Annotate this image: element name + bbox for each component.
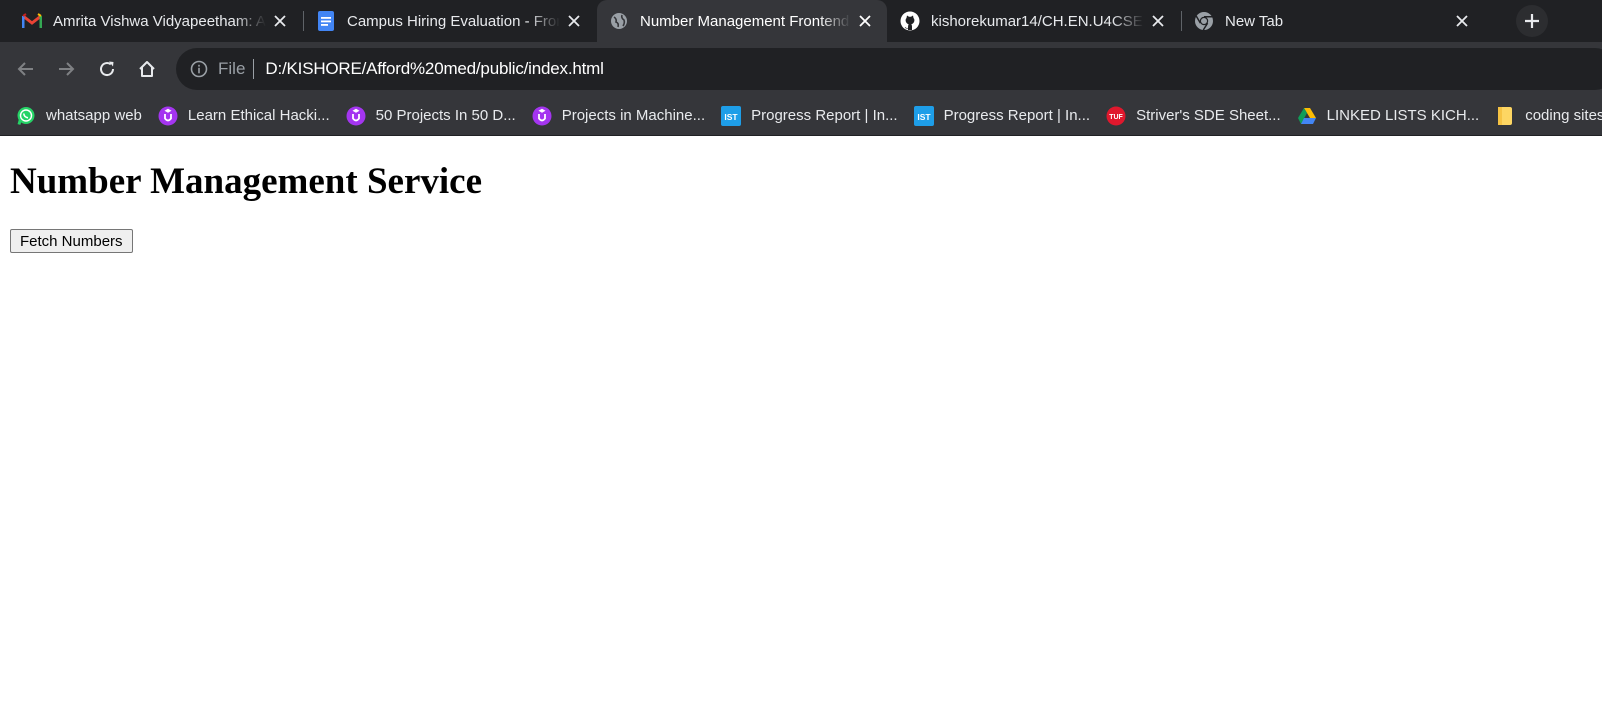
bookmark-learn-ethical-hacking[interactable]: Learn Ethical Hacki... — [150, 102, 338, 130]
udemy-icon — [532, 106, 552, 126]
ist-icon: IST — [721, 105, 742, 126]
forward-button[interactable] — [52, 55, 80, 83]
folder-icon — [1495, 106, 1515, 126]
bookmark-label: coding sites — [1525, 107, 1602, 124]
home-icon — [139, 61, 155, 77]
bookmark-progress-report-2[interactable]: IST Progress Report | In... — [906, 102, 1098, 130]
page-content: Number Management Service Fetch Numbers — [0, 136, 1602, 728]
tab-strip: Amrita Vishwa Vidyapeetham: Afford Medic… — [0, 0, 1602, 42]
tab-new-tab[interactable]: New Tab — [1182, 0, 1484, 42]
tab-gmail[interactable]: Amrita Vishwa Vidyapeetham: Afford Medic… — [0, 0, 302, 42]
tab-title: Number Management Frontend — [640, 12, 850, 30]
new-tab-button[interactable] — [1516, 5, 1548, 37]
bookmark-label: Projects in Machine... — [561, 107, 706, 124]
bookmark-strivers-sde-sheet[interactable]: TUF Striver's SDE Sheet... — [1098, 102, 1289, 130]
close-icon[interactable] — [266, 7, 294, 35]
bookmark-label: 50 Projects In 50 D... — [375, 107, 516, 124]
close-icon[interactable] — [1448, 7, 1476, 35]
tuf-icon: TUF — [1106, 106, 1126, 126]
bookmark-label: Progress Report | In... — [943, 107, 1091, 124]
home-button[interactable] — [133, 55, 161, 83]
back-button[interactable] — [12, 55, 40, 83]
bookmark-progress-report-1[interactable]: IST Progress Report | In... — [713, 102, 905, 130]
bookmark-label: Learn Ethical Hacki... — [187, 107, 330, 124]
google-docs-icon — [316, 11, 336, 31]
tab-campus-hiring[interactable]: Campus Hiring Evaluation - Frontend — [304, 0, 596, 42]
bookmark-whatsapp[interactable]: whatsapp web — [8, 102, 150, 130]
ist-icon: IST — [913, 105, 934, 126]
github-icon — [900, 11, 920, 31]
tab-title: Amrita Vishwa Vidyapeetham: Afford Medic… — [53, 12, 266, 30]
address-bar[interactable]: File D:/KISHORE/Afford%20med/public/inde… — [176, 48, 1602, 90]
whatsapp-icon — [16, 106, 36, 126]
bookmark-50-projects[interactable]: 50 Projects In 50 D... — [338, 102, 524, 130]
url-text[interactable]: D:/KISHORE/Afford%20med/public/index.htm… — [265, 59, 603, 79]
tab-title: Campus Hiring Evaluation - Frontend — [347, 12, 560, 30]
tab-number-management[interactable]: Number Management Frontend — [597, 0, 887, 42]
reload-icon — [100, 61, 115, 77]
info-icon[interactable] — [188, 58, 210, 80]
udemy-icon — [346, 106, 366, 126]
bookmark-label: Progress Report | In... — [751, 107, 898, 124]
google-drive-icon — [1297, 106, 1317, 126]
gmail-icon — [22, 11, 42, 31]
arrow-left-icon — [17, 62, 33, 76]
svg-text:IST: IST — [917, 112, 931, 122]
bookmark-label: Striver's SDE Sheet... — [1136, 107, 1281, 124]
browser-chrome: Amrita Vishwa Vidyapeetham: Afford Medic… — [0, 0, 1602, 136]
tab-title: New Tab — [1225, 12, 1284, 30]
fetch-numbers-button[interactable]: Fetch Numbers — [10, 229, 133, 253]
close-icon[interactable] — [1144, 7, 1172, 35]
reload-button[interactable] — [93, 55, 121, 83]
chrome-icon — [1194, 11, 1214, 31]
bookmarks-bar: whatsapp web Learn Ethical Hacki... 50 P… — [0, 96, 1602, 136]
page-title: Number Management Service — [10, 161, 482, 202]
tab-title: kishorekumar14/CH.EN.U4CSE20 — [931, 12, 1144, 30]
url-divider — [253, 59, 255, 79]
bookmark-label: whatsapp web — [46, 107, 142, 124]
close-icon[interactable] — [560, 7, 588, 35]
close-icon[interactable] — [851, 7, 879, 35]
globe-icon — [609, 11, 629, 31]
arrow-right-icon — [59, 62, 75, 76]
plus-icon — [1525, 14, 1539, 28]
svg-text:TUF: TUF — [1109, 114, 1123, 121]
tab-github[interactable]: kishorekumar14/CH.EN.U4CSE20 — [888, 0, 1180, 42]
svg-text:IST: IST — [725, 112, 739, 122]
bookmark-label: LINKED LISTS KICH... — [1326, 107, 1480, 124]
udemy-icon — [158, 106, 178, 126]
bookmark-projects-in-machine[interactable]: Projects in Machine... — [524, 102, 713, 130]
bookmark-coding-sites[interactable]: coding sites — [1487, 102, 1602, 130]
url-scheme: File — [218, 59, 246, 78]
toolbar: File D:/KISHORE/Afford%20med/public/inde… — [0, 42, 1602, 96]
bookmark-linked-lists[interactable]: LINKED LISTS KICH... — [1289, 102, 1488, 130]
